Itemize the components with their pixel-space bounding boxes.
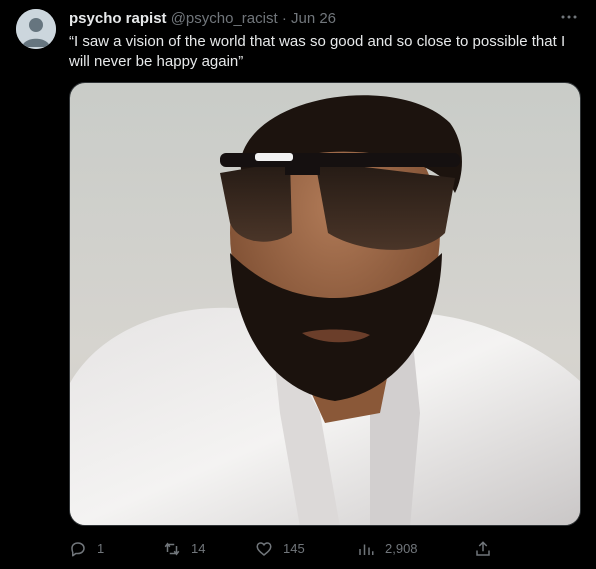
- more-horizontal-icon: [561, 15, 577, 19]
- tweet-text: “I saw a vision of the world that was so…: [69, 33, 566, 70]
- share-button[interactable]: [474, 538, 502, 560]
- retweet-count: 14: [191, 541, 206, 556]
- retweet-icon: [164, 542, 180, 556]
- reply-button[interactable]: 1: [69, 538, 104, 560]
- retweet-button[interactable]: 14: [163, 538, 205, 560]
- views-button[interactable]: 2,908: [357, 538, 418, 560]
- like-button[interactable]: 145: [255, 538, 305, 560]
- view-count: 2,908: [385, 541, 418, 556]
- separator-dot: ·: [281, 10, 287, 27]
- share-icon: [476, 541, 490, 556]
- user-handle[interactable]: @psycho_racist: [171, 10, 278, 27]
- views-chart-icon: [359, 544, 374, 555]
- photo-man-sunglasses: [70, 83, 580, 525]
- heart-icon: [256, 542, 272, 556]
- tweet-media-image[interactable]: [69, 82, 581, 526]
- tweet-date[interactable]: Jun 26: [291, 10, 336, 27]
- more-options-button[interactable]: [560, 8, 578, 26]
- tweet-header: psycho rapist @psycho_racist · Jun 26: [69, 10, 576, 28]
- avatar[interactable]: [16, 9, 56, 49]
- like-count: 145: [283, 541, 305, 556]
- tweet-actions: 1 14 145 2,908: [69, 538, 509, 560]
- display-name[interactable]: psycho rapist: [69, 10, 167, 27]
- reply-count: 1: [97, 541, 105, 556]
- tweet[interactable]: psycho rapist @psycho_racist · Jun 26 “I…: [0, 0, 596, 569]
- default-avatar-icon: [16, 9, 56, 49]
- reply-icon: [71, 542, 85, 557]
